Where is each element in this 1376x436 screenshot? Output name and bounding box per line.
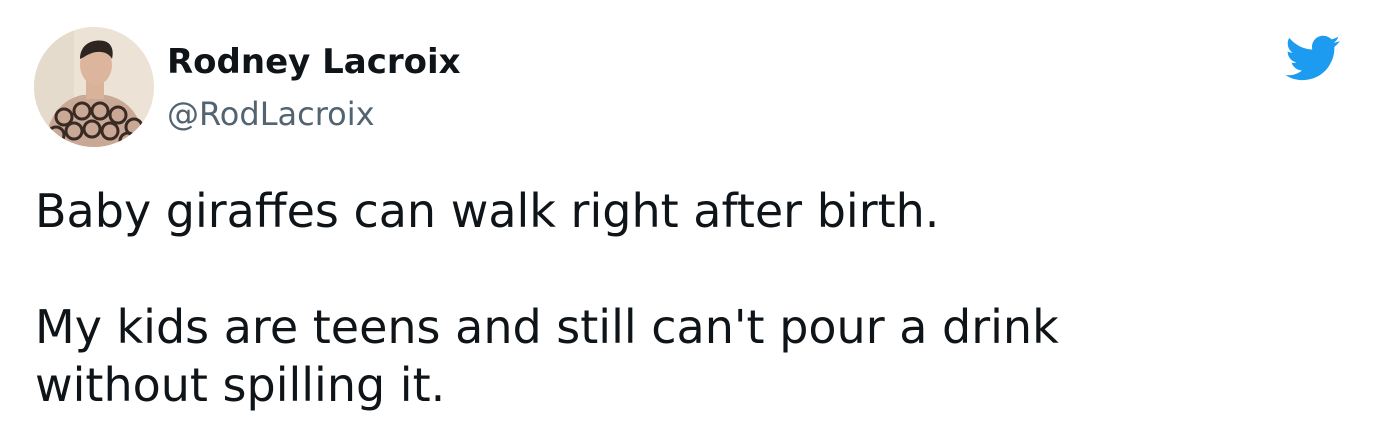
author-name[interactable]: Rodney Lacroix (167, 40, 461, 84)
profile-photo-image (34, 27, 154, 147)
twitter-bird-icon[interactable] (1283, 34, 1341, 82)
avatar[interactable] (34, 27, 154, 147)
tweet-card: Rodney Lacroix @RodLacroix Baby giraffes… (0, 0, 1376, 436)
tweet-text-line: without spilling it. (35, 358, 446, 412)
tweet-text-line: My kids are teens and still can't pour a… (35, 300, 1059, 354)
tweet-text: Baby giraffes can walk right after birth… (35, 182, 1335, 414)
tweet-text-line: Baby giraffes can walk right after birth… (35, 184, 940, 238)
author-handle[interactable]: @RodLacroix (167, 94, 375, 134)
